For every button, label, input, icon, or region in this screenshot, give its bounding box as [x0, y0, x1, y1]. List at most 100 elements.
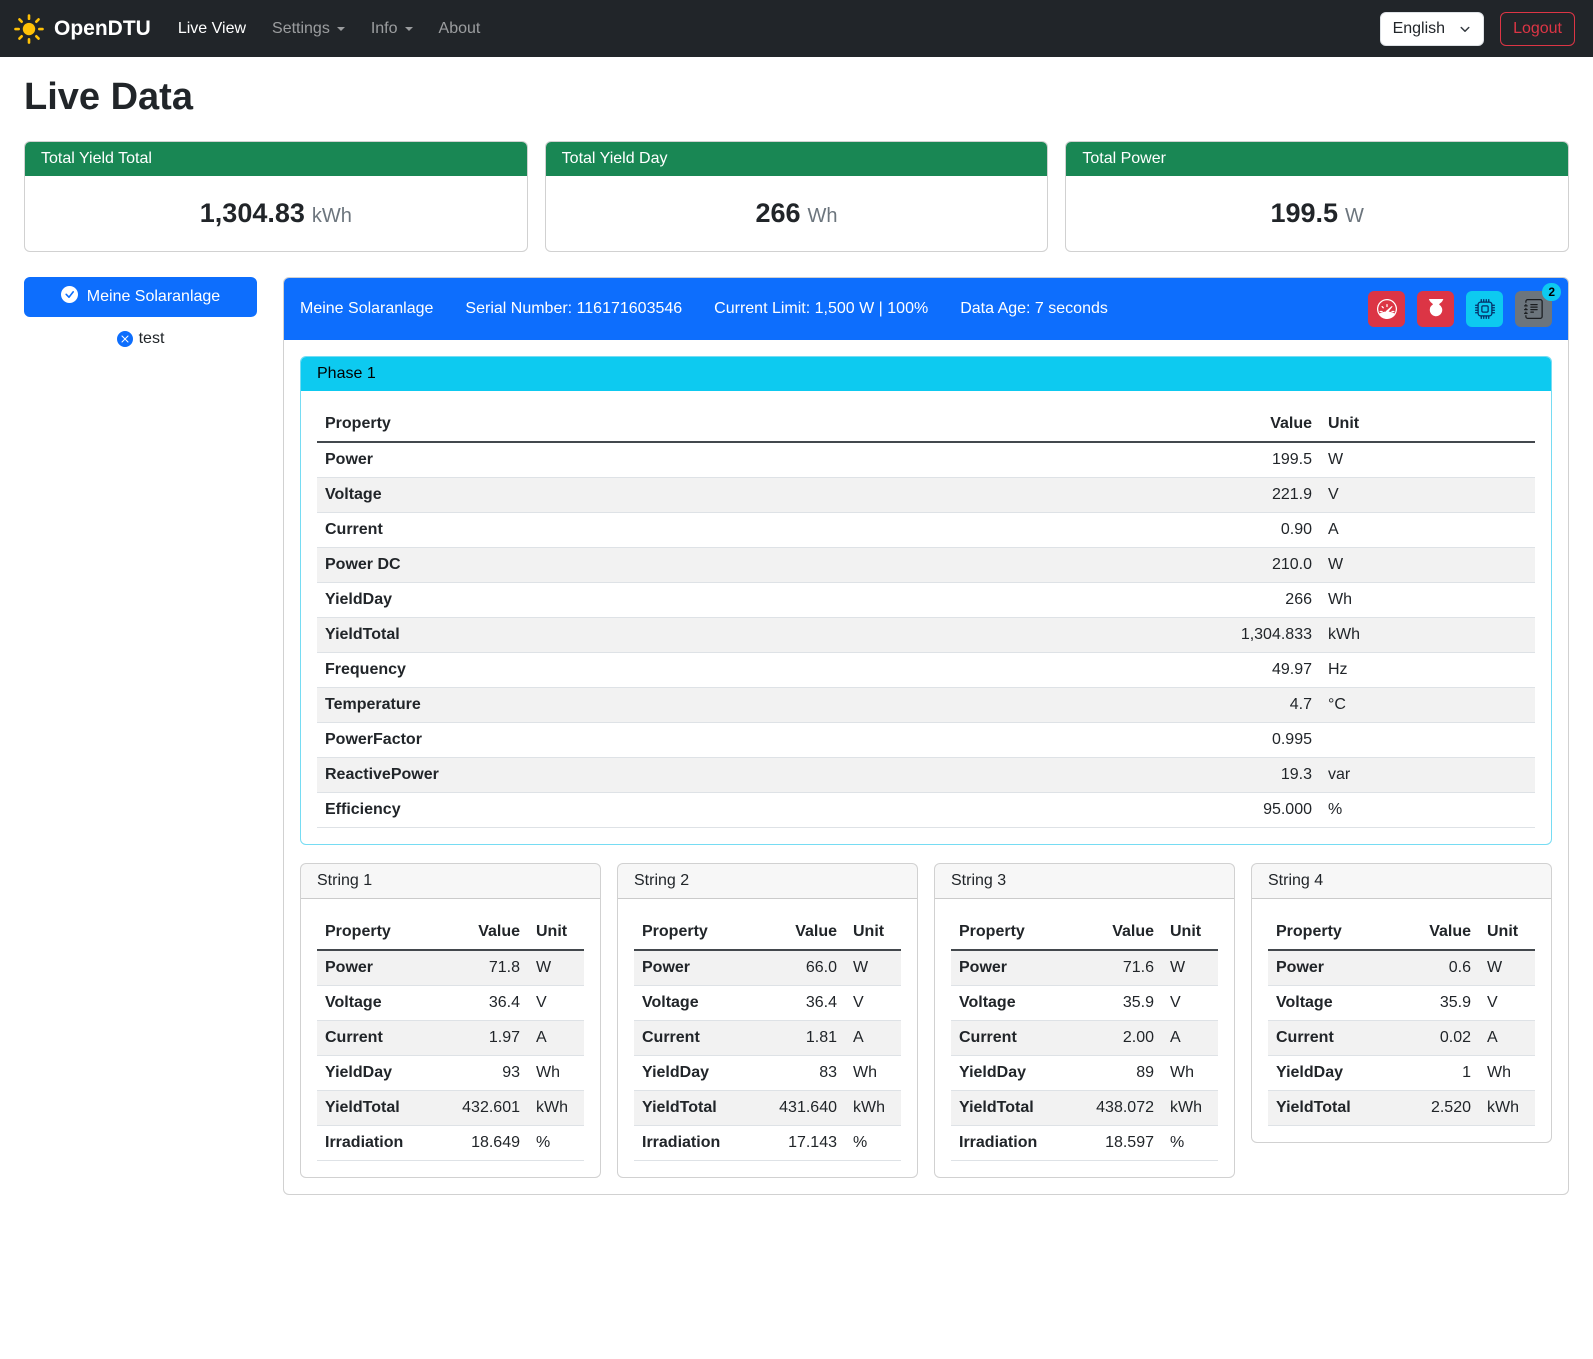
column-value: Value — [1069, 915, 1162, 950]
unit-cell: A — [1162, 1021, 1218, 1056]
unit-cell: V — [1320, 478, 1535, 513]
inverter-selector: Meine Solaranlage test — [24, 277, 257, 348]
column-unit: Unit — [528, 915, 584, 950]
property-cell: YieldDay — [317, 583, 917, 618]
table-row: Power 0.6 W — [1268, 950, 1535, 986]
language-select[interactable]: English — [1380, 12, 1484, 46]
inverter-card: Meine Solaranlage Serial Number: 1161716… — [283, 277, 1569, 1195]
cpu-icon — [1475, 299, 1495, 319]
unit-cell: V — [1479, 986, 1535, 1021]
table-row: Power DC 210.0 W — [317, 548, 1535, 583]
value-cell: 210.0 — [917, 548, 1320, 583]
card-value: 199.5 — [1270, 198, 1338, 228]
column-unit: Unit — [1162, 915, 1218, 950]
table-row: Power 71.6 W — [951, 950, 1218, 986]
value-cell: 221.9 — [917, 478, 1320, 513]
column-unit: Unit — [845, 915, 901, 950]
table-row: YieldTotal 432.601 kWh — [317, 1091, 584, 1126]
table-row: Voltage 35.9 V — [951, 986, 1218, 1021]
value-cell: 71.8 — [435, 950, 528, 986]
table-row: YieldDay 83 Wh — [634, 1056, 901, 1091]
table-row: YieldTotal 438.072 kWh — [951, 1091, 1218, 1126]
page-title: Live Data — [24, 76, 1569, 119]
value-cell: 49.97 — [917, 653, 1320, 688]
table-row: Current 0.90 A — [317, 513, 1535, 548]
value-cell: 35.9 — [1069, 986, 1162, 1021]
table-row: Temperature 4.7 °C — [317, 688, 1535, 723]
table-row: ReactivePower 19.3 var — [317, 758, 1535, 793]
value-cell: 35.9 — [1397, 986, 1479, 1021]
table-header-row: Property Value Unit — [317, 915, 584, 950]
brand[interactable]: OpenDTU — [14, 14, 151, 44]
unit-cell — [1320, 723, 1535, 758]
language-value: English — [1393, 20, 1445, 38]
string-title: String 2 — [618, 864, 917, 899]
card-value: 1,304.83 — [200, 198, 305, 228]
unit-cell: V — [1162, 986, 1218, 1021]
property-cell: Power — [951, 950, 1069, 986]
property-cell: YieldDay — [951, 1056, 1069, 1091]
strings-row: String 1 Property Value Unit — [300, 863, 1552, 1178]
nav-settings-label: Settings — [272, 20, 330, 37]
value-cell: 266 — [917, 583, 1320, 618]
property-cell: YieldDay — [1268, 1056, 1397, 1091]
string-title: String 3 — [935, 864, 1234, 899]
string-1-table: Property Value Unit Power — [317, 915, 584, 1161]
unit-cell: % — [1320, 793, 1535, 828]
table-header-row: Property Value Unit — [317, 407, 1535, 442]
total-yield-day-card: Total Yield Day 266Wh — [545, 141, 1049, 252]
string-3-table: Property Value Unit Power — [951, 915, 1218, 1161]
table-row: YieldTotal 2.520 kWh — [1268, 1091, 1535, 1126]
unit-cell: kWh — [528, 1091, 584, 1126]
value-cell: 1.81 — [752, 1021, 845, 1056]
nav-live-view[interactable]: Live View — [165, 12, 259, 46]
table-row: Power 71.8 W — [317, 950, 584, 986]
property-cell: Efficiency — [317, 793, 917, 828]
device-info-button[interactable] — [1466, 291, 1503, 327]
value-cell: 0.995 — [917, 723, 1320, 758]
column-unit: Unit — [1320, 407, 1535, 442]
unit-cell: var — [1320, 758, 1535, 793]
property-cell: Power — [1268, 950, 1397, 986]
column-unit: Unit — [1479, 915, 1535, 950]
phase-panel: Phase 1 Property Value Unit — [300, 356, 1552, 845]
unit-cell: Wh — [528, 1056, 584, 1091]
table-row: YieldTotal 1,304.833 kWh — [317, 618, 1535, 653]
value-cell: 199.5 — [917, 442, 1320, 478]
logout-button[interactable]: Logout — [1500, 12, 1575, 46]
power-toggle-button[interactable] — [1417, 291, 1454, 327]
property-cell: Power — [317, 950, 435, 986]
value-cell: 18.649 — [435, 1126, 528, 1161]
property-cell: YieldTotal — [951, 1091, 1069, 1126]
unit-cell: kWh — [1320, 618, 1535, 653]
string-title: String 4 — [1252, 864, 1551, 899]
table-row: Voltage 36.4 V — [634, 986, 901, 1021]
unit-cell: V — [528, 986, 584, 1021]
table-header-row: Property Value Unit — [634, 915, 901, 950]
inverter-selected-button[interactable]: Meine Solaranlage — [24, 277, 257, 317]
table-row: YieldTotal 431.640 kWh — [634, 1091, 901, 1126]
value-cell: 36.4 — [435, 986, 528, 1021]
property-cell: YieldTotal — [317, 618, 917, 653]
unit-cell: V — [845, 986, 901, 1021]
unit-cell: Wh — [845, 1056, 901, 1091]
unit-cell: kWh — [1479, 1091, 1535, 1126]
limit-settings-button[interactable] — [1368, 291, 1405, 327]
column-property: Property — [317, 407, 917, 442]
table-row: YieldDay 266 Wh — [317, 583, 1535, 618]
property-cell: Current — [317, 513, 917, 548]
nav-info[interactable]: Info — [358, 12, 426, 46]
event-log-button[interactable]: 2 — [1515, 291, 1552, 327]
property-cell: Current — [317, 1021, 435, 1056]
value-cell: 89 — [1069, 1056, 1162, 1091]
table-row: Irradiation 17.143 % — [634, 1126, 901, 1161]
value-cell: 95.000 — [917, 793, 1320, 828]
column-property: Property — [1268, 915, 1397, 950]
inverter-item-test[interactable]: test — [24, 330, 257, 348]
navbar-right: English Logout — [1380, 12, 1579, 46]
unit-cell: % — [1162, 1126, 1218, 1161]
nav-settings[interactable]: Settings — [259, 12, 358, 46]
nav-about[interactable]: About — [426, 12, 494, 46]
column-value: Value — [752, 915, 845, 950]
unit-cell: A — [1320, 513, 1535, 548]
